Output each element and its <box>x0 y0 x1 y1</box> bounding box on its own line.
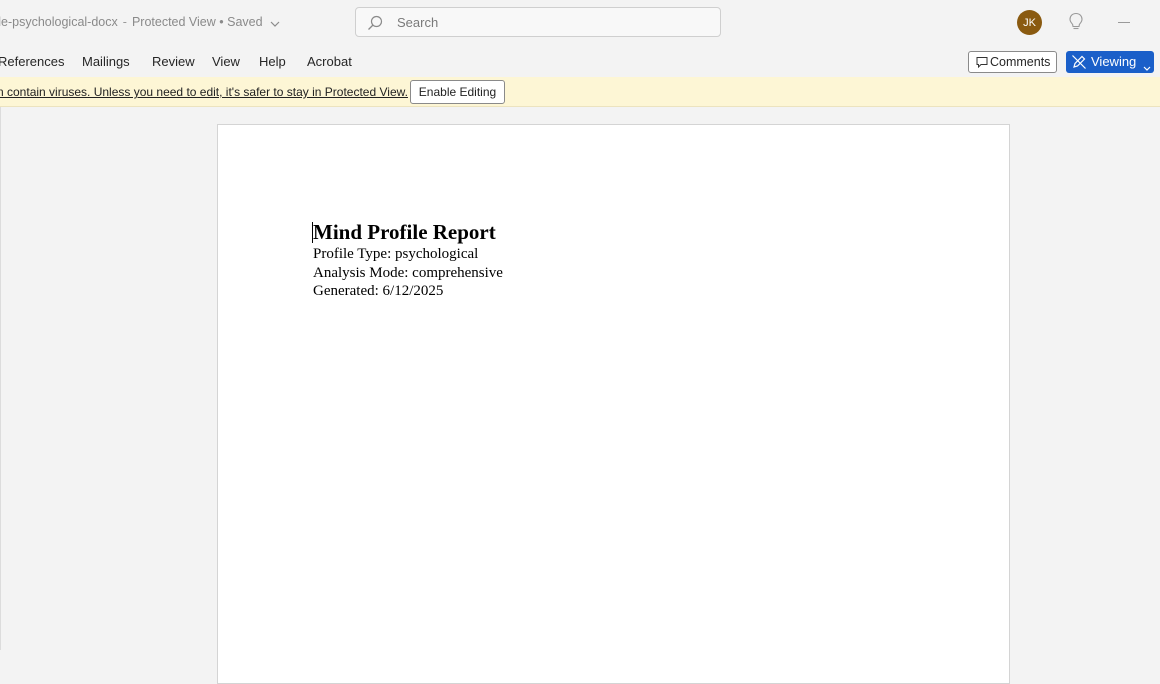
text-cursor <box>312 222 313 243</box>
avatar[interactable]: JK <box>1017 10 1042 35</box>
generated-date-line: Generated: 6/12/2025 <box>313 283 444 299</box>
comment-icon <box>976 56 988 71</box>
document-status[interactable]: Protected View • Saved <box>132 15 263 29</box>
profile-type-line: Profile Type: psychological <box>313 246 479 262</box>
tab-view[interactable]: View <box>212 54 240 69</box>
file-name[interactable]: file-psychological-docx <box>0 15 118 29</box>
pen-slash-icon <box>1071 54 1087 73</box>
tab-review[interactable]: Review <box>152 54 195 69</box>
tab-references[interactable]: References <box>0 54 64 69</box>
title-bar: file-psychological-docx - Protected View •… <box>0 0 1160 46</box>
document-heading: Mind Profile Report <box>313 220 496 244</box>
enable-editing-button[interactable]: Enable Editing <box>410 80 505 104</box>
chevron-down-icon[interactable] <box>270 16 280 30</box>
search-placeholder[interactable]: Search <box>397 15 438 30</box>
search-box[interactable]: Search <box>355 7 721 37</box>
tab-mailings[interactable]: Mailings <box>82 54 130 69</box>
protected-view-message[interactable]: n contain viruses. Unless you need to ed… <box>0 85 408 99</box>
document-title[interactable]: file-psychological-docx - Protected View •… <box>0 15 280 30</box>
analysis-mode-line: Analysis Mode: comprehensive <box>313 264 503 281</box>
canvas-edge <box>0 107 1 650</box>
lightbulb-icon[interactable] <box>1068 12 1084 37</box>
tab-help[interactable]: Help <box>259 54 286 69</box>
document-canvas[interactable]: Mind Profile Report Profile Type: psycho… <box>0 107 1160 684</box>
chevron-down-icon <box>1143 59 1151 74</box>
search-icon <box>367 15 383 36</box>
viewing-mode-button[interactable]: Viewing <box>1066 51 1154 73</box>
protected-view-bar: n contain viruses. Unless you need to ed… <box>0 77 1160 107</box>
document-page[interactable]: Mind Profile Report Profile Type: psycho… <box>217 124 1010 684</box>
title-separator: - <box>122 15 127 29</box>
minimize-button[interactable] <box>1118 22 1130 23</box>
viewing-label: Viewing <box>1091 54 1137 69</box>
comments-button[interactable]: Comments <box>968 51 1057 73</box>
tab-acrobat[interactable]: Acrobat <box>307 54 352 69</box>
comments-label: Comments <box>990 55 1051 69</box>
document-body[interactable]: Mind Profile Report Profile Type: psycho… <box>312 219 503 301</box>
